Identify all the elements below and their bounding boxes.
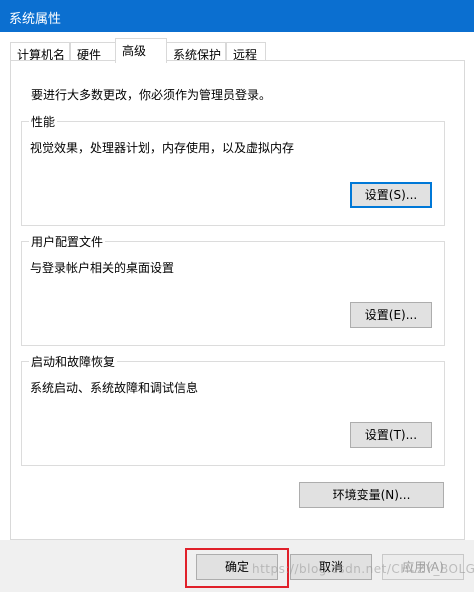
performance-settings-button[interactable]: 设置(S)... [350,182,432,208]
advanced-tab-panel: 要进行大多数更改，你必须作为管理员登录。 性能 视觉效果，处理器计划，内存使用，… [10,60,465,540]
startup-recovery-group: 启动和故障恢复 系统启动、系统故障和调试信息 设置(T)... [21,353,445,466]
user-profiles-group: 用户配置文件 与登录帐户相关的桌面设置 设置(E)... [21,233,445,346]
ok-button[interactable]: 确定 [196,554,278,580]
startup-recovery-description: 系统启动、系统故障和调试信息 [30,381,199,395]
user-profiles-settings-button[interactable]: 设置(E)... [350,302,432,328]
tab-system-protection[interactable]: 系统保护 [166,42,226,62]
apply-button[interactable]: 应用(A) [382,554,464,580]
performance-group: 性能 视觉效果，处理器计划，内存使用，以及虚拟内存 设置(S)... [21,113,445,226]
cancel-button[interactable]: 取消 [290,554,372,580]
tab-hardware[interactable]: 硬件 [70,42,116,62]
performance-description: 视觉效果，处理器计划，内存使用，以及虚拟内存 [30,141,295,155]
window-title: 系统属性 [9,12,62,27]
environment-variables-button[interactable]: 环境变量(N)... [299,482,444,508]
user-profiles-description: 与登录帐户相关的桌面设置 [30,261,175,275]
dialog-footer: 确定 取消 应用(A) [0,540,474,592]
tab-remote[interactable]: 远程 [226,42,266,62]
tab-bar: 计算机名 硬件 高级 系统保护 远程 [0,32,474,63]
admin-note: 要进行大多数更改，你必须作为管理员登录。 [31,88,272,102]
performance-legend: 性能 [29,113,58,130]
user-profiles-legend: 用户配置文件 [29,233,106,250]
startup-recovery-settings-button[interactable]: 设置(T)... [350,422,432,448]
tab-advanced[interactable]: 高级 [115,38,167,63]
startup-recovery-legend: 启动和故障恢复 [29,353,118,370]
tab-computer-name[interactable]: 计算机名 [10,42,70,62]
title-bar[interactable]: 系统属性 [0,0,474,32]
